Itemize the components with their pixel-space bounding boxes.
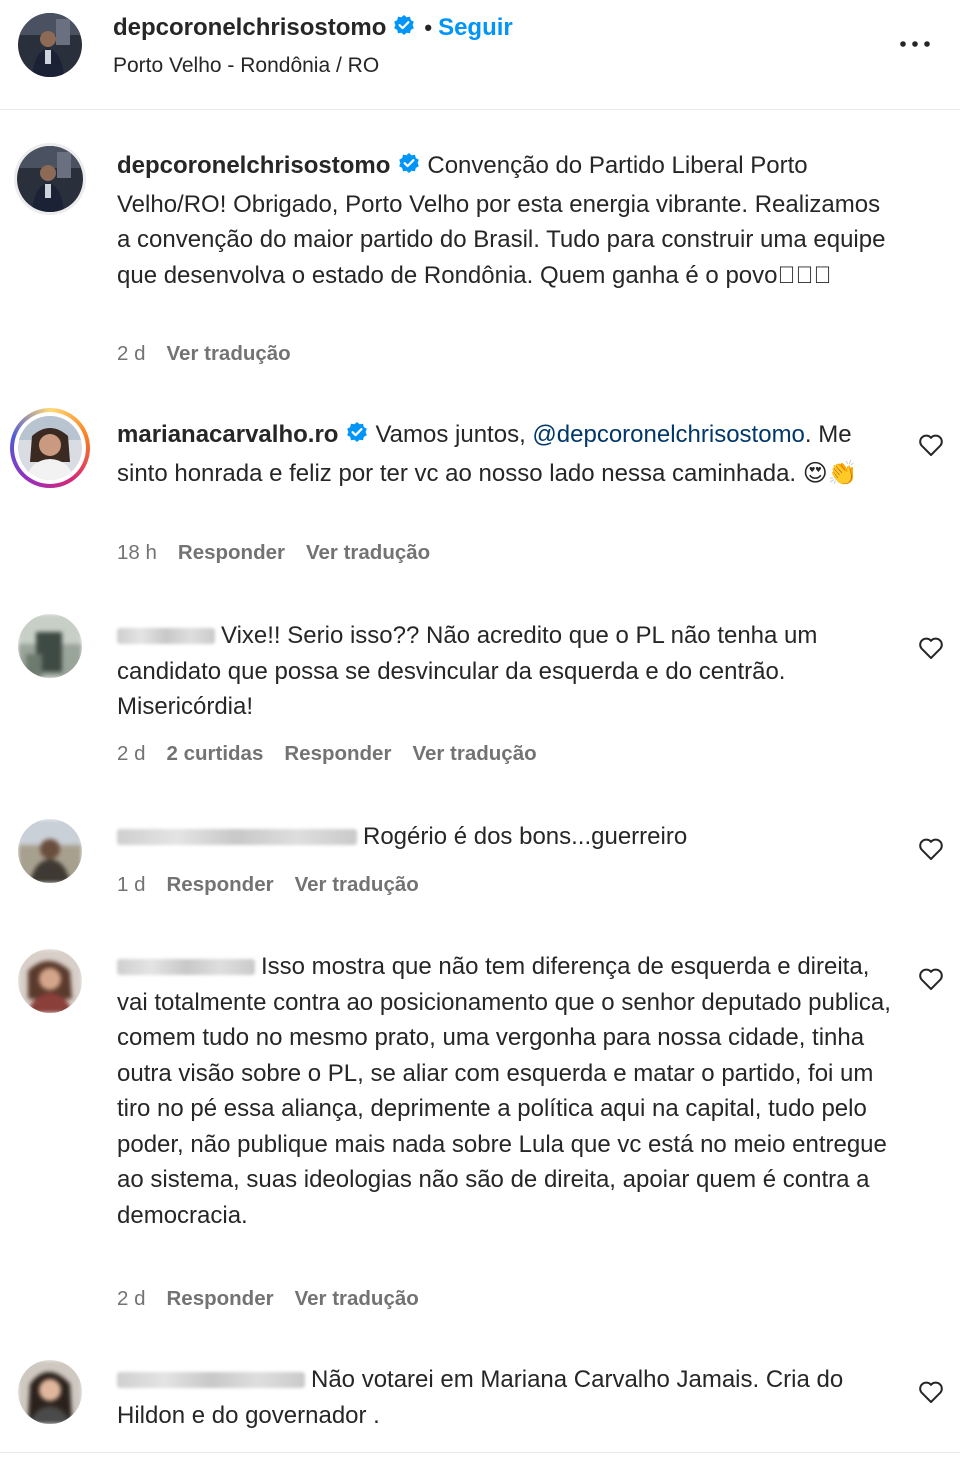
comment-text-block: Não votarei em Mariana Carvalho Jamais. …: [117, 1362, 897, 1433]
caption-author-avatar[interactable]: [14, 143, 86, 215]
verified-badge-icon: [345, 420, 369, 456]
comment-meta: 2 d 2 curtidas Responder Ver tradução: [117, 742, 558, 766]
comment-time[interactable]: 2 d: [117, 1287, 146, 1310]
comment-item: marianacarvalho.ro Vamos juntos, @depcoro…: [0, 405, 960, 585]
comment-text: Vamos juntos,: [375, 421, 526, 448]
blurred-username[interactable]: [117, 829, 357, 845]
comment-text: Rogério é dos bons...guerreiro: [363, 823, 688, 850]
verified-badge-icon: [392, 14, 416, 45]
caption-meta: 2 d Ver tradução: [117, 342, 312, 366]
comment-meta: 2 d Responder Ver tradução: [117, 1287, 440, 1311]
comment-meta: 18 h Responder Ver tradução: [117, 541, 451, 565]
translate-link[interactable]: Ver tradução: [295, 1287, 419, 1310]
separator-dot: •: [424, 15, 433, 40]
caption-username[interactable]: depcoronelchrisostomo: [117, 152, 390, 179]
translate-link[interactable]: Ver tradução: [295, 873, 419, 896]
comment-meta: 1 d Responder Ver tradução: [117, 873, 440, 897]
commenter-avatar[interactable]: [18, 614, 82, 678]
comment-text-block: Isso mostra que não tem diferença de esq…: [117, 949, 897, 1233]
reply-button[interactable]: Responder: [284, 742, 391, 765]
comment-time[interactable]: 2 d: [117, 742, 146, 765]
caption-text-block: depcoronelchrisostomo Convenção do Partid…: [117, 148, 897, 293]
reply-button[interactable]: Responder: [167, 1287, 274, 1310]
reply-button[interactable]: Responder: [167, 873, 274, 896]
commenter-avatar[interactable]: [18, 819, 82, 883]
like-heart-icon[interactable]: [918, 1380, 944, 1404]
commenter-avatar[interactable]: [18, 1360, 82, 1424]
author-avatar[interactable]: [18, 13, 82, 77]
translate-link[interactable]: Ver tradução: [306, 541, 430, 564]
comment-text: Isso mostra que não tem diferença de esq…: [117, 953, 891, 1229]
like-heart-icon[interactable]: [918, 967, 944, 991]
comment-item: Isso mostra que não tem diferença de esq…: [0, 945, 960, 1325]
story-ring[interactable]: [10, 408, 90, 488]
comment-item: Rogério é dos bons...guerreiro 1 d Respon…: [0, 815, 960, 915]
comment-text-block: Rogério é dos bons...guerreiro: [117, 819, 897, 855]
commenter-username[interactable]: marianacarvalho.ro: [117, 421, 338, 448]
likes-count[interactable]: 2 curtidas: [167, 742, 264, 765]
commenter-avatar: [18, 416, 82, 480]
follow-button[interactable]: Seguir: [438, 14, 513, 41]
comment-item: Não votarei em Mariana Carvalho Jamais. …: [0, 1358, 960, 1448]
mention-link[interactable]: @depcoronelchrisostomo: [532, 421, 805, 448]
post-location[interactable]: Porto Velho - Rondônia / RO: [113, 54, 379, 78]
blurred-username[interactable]: [117, 628, 215, 644]
comment-text: Vixe!! Serio isso?? Não acredito que o P…: [117, 622, 818, 720]
like-heart-icon[interactable]: [918, 636, 944, 660]
comment-time[interactable]: 1 d: [117, 873, 146, 896]
caption-time[interactable]: 2 d: [117, 342, 146, 365]
post-caption: depcoronelchrisostomo Convenção do Partid…: [0, 140, 960, 380]
bottom-divider: [0, 1452, 960, 1453]
like-heart-icon[interactable]: [918, 837, 944, 861]
comment-time[interactable]: 18 h: [117, 541, 157, 564]
post-header: depcoronelchrisostomo • Seguir Porto Velho…: [0, 0, 960, 110]
author-username-row: depcoronelchrisostomo • Seguir: [113, 14, 513, 45]
translate-link[interactable]: Ver tradução: [412, 742, 536, 765]
like-heart-icon[interactable]: [918, 433, 944, 457]
more-options-icon[interactable]: [893, 30, 937, 58]
comment-text-block: Vixe!! Serio isso?? Não acredito que o P…: [117, 618, 897, 725]
blurred-username[interactable]: [117, 959, 255, 975]
commenter-avatar[interactable]: [18, 949, 82, 1013]
reply-button[interactable]: Responder: [178, 541, 285, 564]
comment-text-block: marianacarvalho.ro Vamos juntos, @depcoro…: [117, 417, 897, 491]
comment-item: Vixe!! Serio isso?? Não acredito que o P…: [0, 610, 960, 780]
blurred-username[interactable]: [117, 1372, 305, 1388]
verified-badge-icon: [397, 151, 421, 187]
translate-link[interactable]: Ver tradução: [167, 342, 291, 365]
author-username[interactable]: depcoronelchrisostomo: [113, 14, 386, 41]
